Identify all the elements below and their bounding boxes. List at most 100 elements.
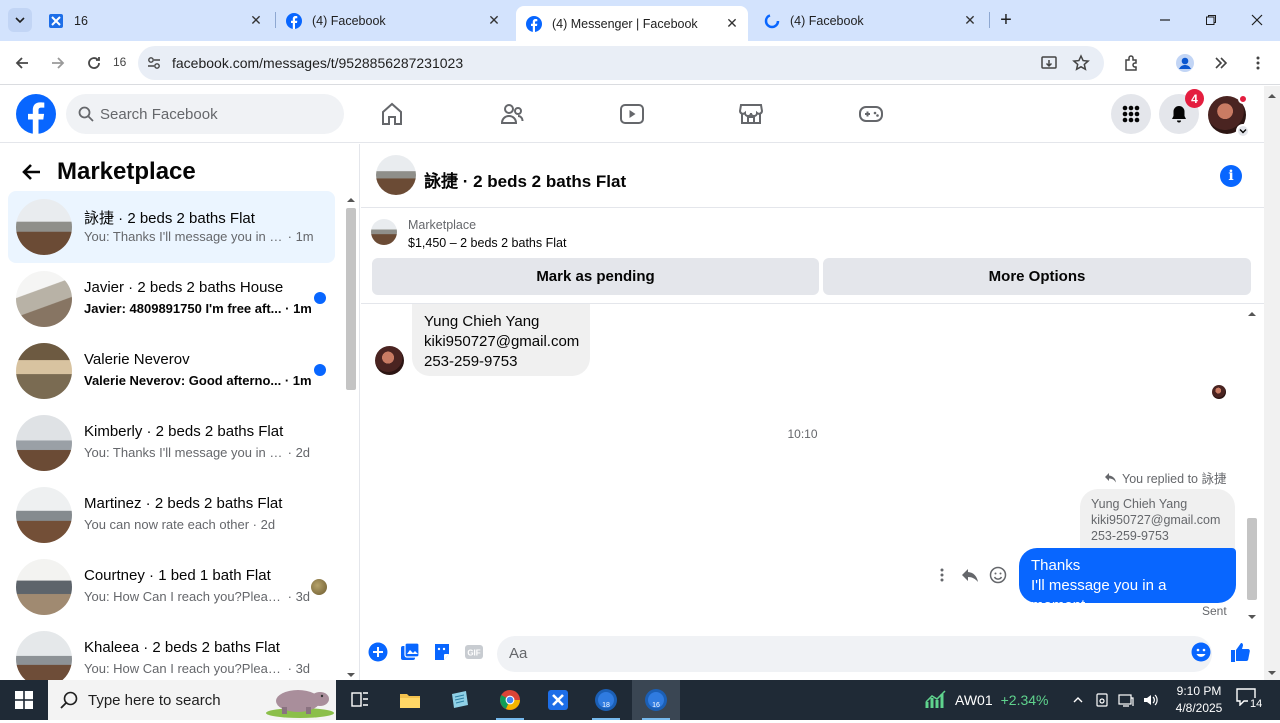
listing-thumbnail[interactable] <box>371 219 397 245</box>
message-input[interactable]: Aa <box>497 636 1212 672</box>
emoji-icon[interactable] <box>1190 641 1212 663</box>
profile-avatar[interactable] <box>1208 94 1250 138</box>
incoming-message-bubble[interactable]: Yung Chieh Yang kiki950727@gmail.com 253… <box>412 304 590 376</box>
conversation-item[interactable]: Valerie Neverov Valerie Neverov: Good af… <box>8 335 335 407</box>
install-app-icon[interactable] <box>1040 54 1058 77</box>
quote-line: kiki950727@gmail.com <box>1091 513 1221 527</box>
sticker-icon[interactable] <box>431 641 453 663</box>
back-arrow-icon[interactable] <box>20 160 44 184</box>
show-hidden-icons[interactable] <box>1066 680 1090 720</box>
scroll-up-icon <box>1268 94 1276 98</box>
minimize-button[interactable] <box>1142 0 1188 40</box>
taskbar-search-box[interactable]: Type here to search <box>48 680 336 720</box>
info-icon[interactable]: i <box>1220 165 1242 187</box>
facebook-app-icon: 18 <box>595 689 617 711</box>
browser-menu-button[interactable] <box>1244 49 1272 77</box>
browser-tab-2[interactable]: (4) Facebook ✕ <box>276 6 510 35</box>
plus-circle-icon[interactable] <box>367 641 389 663</box>
conversation-item[interactable]: Courtney · 1 bed 1 bath Flat You: How Ca… <box>8 551 335 623</box>
start-button[interactable] <box>0 680 48 720</box>
close-icon[interactable]: ✕ <box>248 12 264 29</box>
sender-avatar[interactable] <box>375 346 404 375</box>
conversation-item[interactable]: Khaleea · 2 beds 2 baths Flat You: How C… <box>8 623 335 680</box>
chat-title[interactable]: 詠捷 · 2 beds 2 baths Flat <box>424 167 626 192</box>
menu-button[interactable] <box>1111 94 1151 134</box>
search-icon <box>60 691 78 714</box>
video-icon <box>620 104 644 124</box>
reply-icon[interactable] <box>961 566 979 584</box>
close-window-button[interactable] <box>1234 0 1280 40</box>
outgoing-message-bubble[interactable]: Thanks I'll message you in a moment <box>1019 548 1236 614</box>
chrome-app-button[interactable] <box>486 680 534 720</box>
profile-button[interactable] <box>1171 49 1199 77</box>
reload-button[interactable] <box>80 49 108 77</box>
browser-tab-4[interactable]: (4) Facebook ✕ <box>754 6 986 35</box>
chat-avatar[interactable] <box>376 155 416 195</box>
file-explorer-button[interactable] <box>386 680 434 720</box>
seen-avatar <box>311 579 327 595</box>
nav-friends[interactable] <box>498 100 526 128</box>
more-options-button[interactable]: More Options <box>823 258 1251 295</box>
facebook-logo[interactable] <box>16 94 56 134</box>
chat-scrollbar[interactable] <box>1245 306 1259 622</box>
volume-icon[interactable] <box>1138 680 1162 720</box>
conversation-preview: You: How Can I reach you?Please s... · 3… <box>84 661 311 676</box>
conversation-item[interactable]: Martinez · 2 beds 2 baths Flat You can n… <box>8 479 335 551</box>
scrollbar-thumb[interactable] <box>1247 518 1257 600</box>
close-icon[interactable]: ✕ <box>724 15 740 32</box>
facebook-app-button-2[interactable]: 16 <box>632 680 680 720</box>
close-icon[interactable]: ✕ <box>486 12 502 29</box>
friends-icon <box>500 104 524 124</box>
browser-tab-3-active[interactable]: (4) Messenger | Facebook ✕ <box>516 6 748 41</box>
conversation-name: Martinez · 2 beds 2 baths Flat <box>84 495 283 512</box>
site-settings-icon[interactable] <box>146 55 162 76</box>
more-icon[interactable] <box>933 566 951 584</box>
forward-button[interactable] <box>44 49 72 77</box>
conversation-preview: You: Thanks I'll message you in a ... · … <box>84 229 314 244</box>
conversation-list-scrollbar[interactable] <box>344 192 358 680</box>
nav-watch[interactable] <box>618 100 646 128</box>
back-button[interactable] <box>8 49 36 77</box>
facebook-app-button-1[interactable]: 18 <box>582 680 630 720</box>
conversation-item[interactable]: Javier · 2 beds 2 baths House Javier: 48… <box>8 263 335 335</box>
tab-search-button[interactable] <box>8 8 32 32</box>
notepad-app-button[interactable] <box>436 680 484 720</box>
close-icon[interactable]: ✕ <box>962 12 978 29</box>
taskbar-clock[interactable]: 9:10 PM 4/8/2025 <box>1164 683 1234 717</box>
new-tab-button[interactable]: + <box>994 8 1018 32</box>
mark-as-pending-button[interactable]: Mark as pending <box>372 258 819 295</box>
gif-icon[interactable]: GIF <box>463 641 485 663</box>
notification-badge: 4 <box>1185 89 1204 108</box>
stock-widget[interactable]: AW01 +2.34% <box>925 690 1048 710</box>
action-center-button[interactable]: 14 <box>1236 688 1265 712</box>
facebook-icon <box>526 15 542 32</box>
more-tabs-button[interactable] <box>1207 49 1235 77</box>
conversation-name: Courtney · 1 bed 1 bath Flat <box>84 567 271 584</box>
device-tray-icon[interactable] <box>1090 680 1114 720</box>
nav-home[interactable] <box>378 100 406 128</box>
conversation-item[interactable]: Kimberly · 2 beds 2 baths Flat You: Than… <box>8 407 335 479</box>
listing-price[interactable]: $1,450 – 2 beds 2 baths Flat <box>408 236 566 250</box>
network-icon[interactable] <box>1114 680 1138 720</box>
page-scrollbar[interactable] <box>1264 86 1280 680</box>
scrollbar-thumb[interactable] <box>346 208 356 390</box>
bookmark-star-icon[interactable] <box>1072 54 1090 77</box>
browser-tab-1[interactable]: 16 ✕ <box>38 6 272 35</box>
nav-marketplace[interactable] <box>737 100 765 128</box>
restore-button[interactable] <box>1188 0 1234 40</box>
folder-icon <box>400 694 420 708</box>
conversation-item[interactable]: 詠捷 · 2 beds 2 baths Flat You: Thanks I'l… <box>8 191 335 263</box>
conversation-preview: Javier: 4809891750 I'm free aft... · 1m <box>84 301 312 316</box>
photo-icon[interactable] <box>399 641 421 663</box>
facebook-search-input[interactable]: Search Facebook <box>66 94 344 134</box>
nav-gaming[interactable] <box>857 100 885 128</box>
quoted-message[interactable]: Yung Chieh Yang kiki950727@gmail.com 253… <box>1080 489 1235 549</box>
listing-thumbnail <box>16 631 72 680</box>
vs-code-app-button[interactable] <box>534 680 582 720</box>
task-view-button[interactable] <box>336 680 384 720</box>
extensions-button[interactable] <box>1118 49 1146 77</box>
address-bar[interactable]: facebook.com/messages/t/9528856287231023 <box>138 46 1104 80</box>
thumbs-up-icon[interactable] <box>1229 641 1251 663</box>
react-smiley-icon[interactable] <box>989 566 1007 584</box>
conversation-name: Javier · 2 beds 2 baths House <box>84 279 284 296</box>
